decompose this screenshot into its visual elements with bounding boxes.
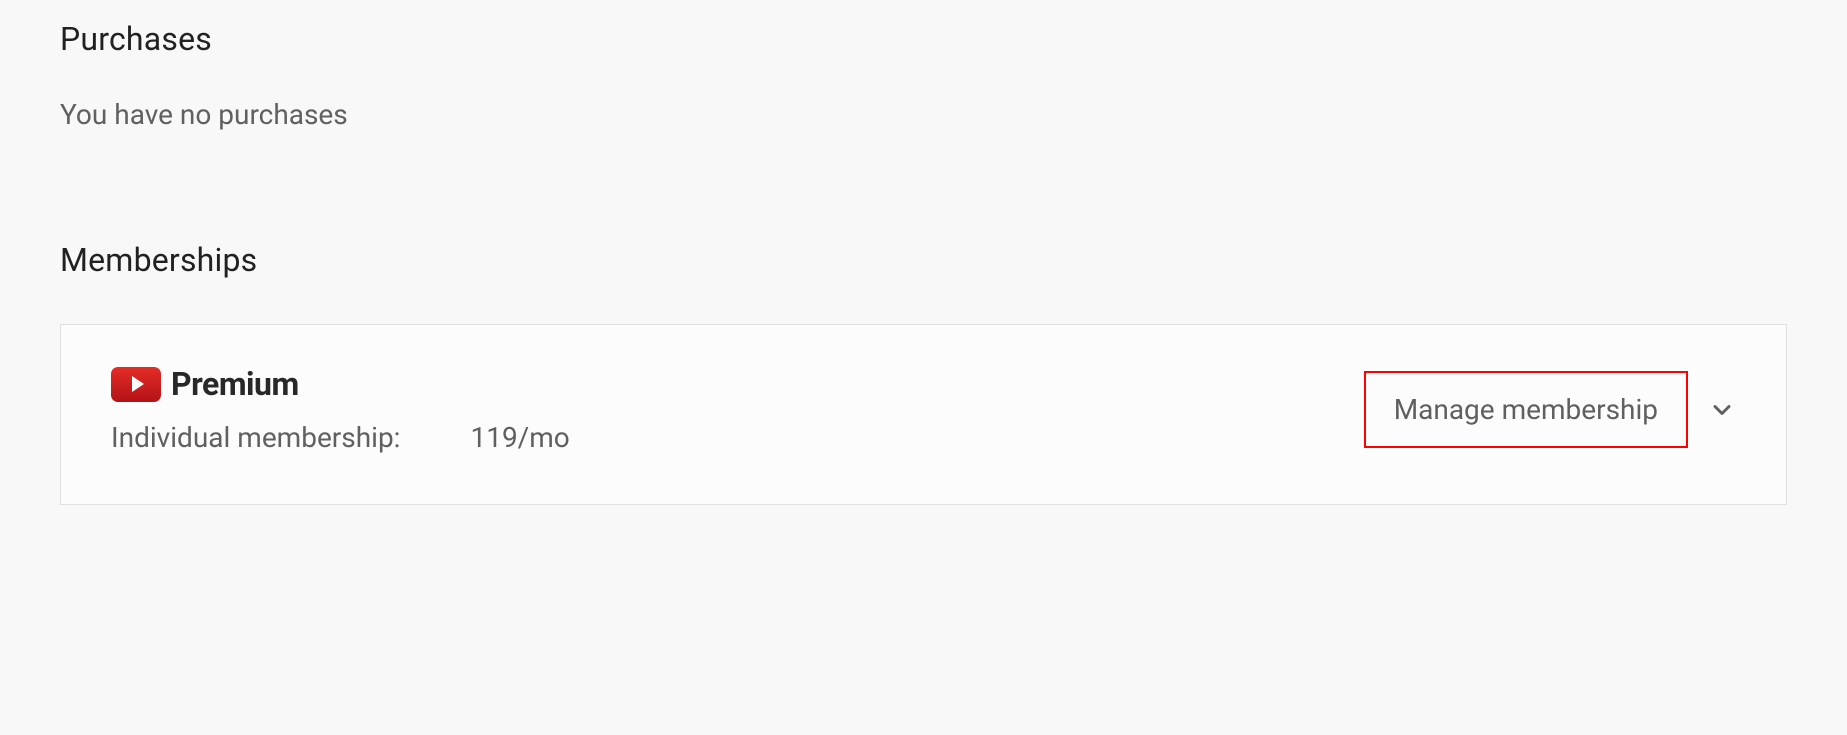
memberships-heading: Memberships (60, 241, 1787, 279)
membership-info: Premium Individual membership: 119/mo (111, 365, 570, 454)
premium-logo: Premium (111, 365, 570, 403)
membership-price: 119/mo (470, 421, 569, 454)
chevron-down-icon[interactable] (1708, 396, 1736, 424)
youtube-play-icon (111, 367, 161, 402)
premium-brand-text: Premium (171, 365, 299, 403)
manage-membership-button[interactable]: Manage membership (1364, 371, 1688, 448)
membership-actions: Manage membership (1364, 371, 1736, 448)
purchases-empty-message: You have no purchases (60, 98, 1787, 131)
membership-type-label: Individual membership: (111, 421, 400, 454)
membership-card: Premium Individual membership: 119/mo Ma… (60, 324, 1787, 505)
purchases-heading: Purchases (60, 20, 1787, 58)
membership-details: Individual membership: 119/mo (111, 421, 570, 454)
